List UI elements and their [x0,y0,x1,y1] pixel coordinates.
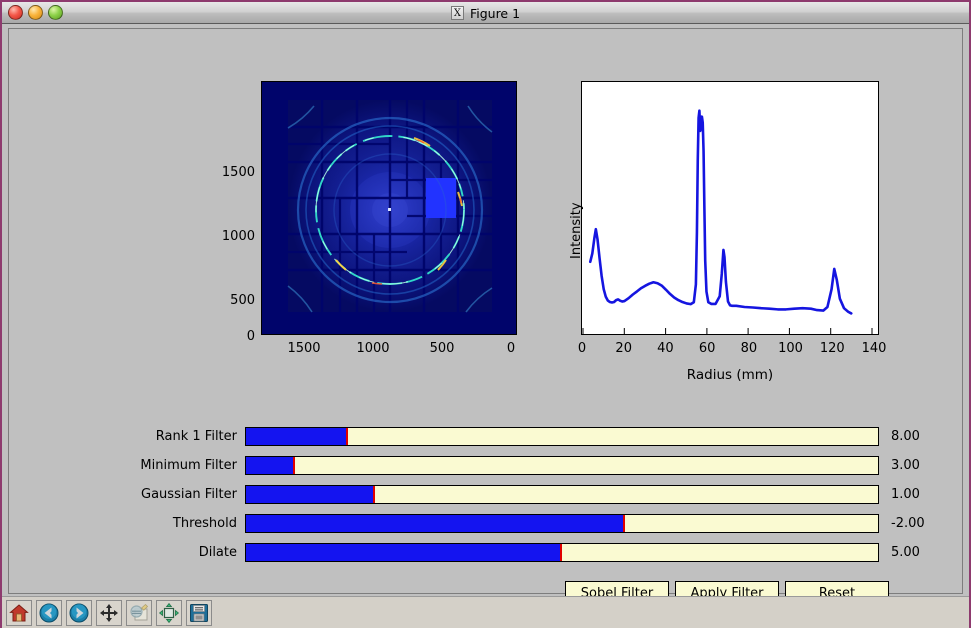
detector-xtick-0: 0 [506,341,516,356]
forward-button[interactable] [66,600,92,626]
slider-fill-gaussian-filter [246,486,375,503]
save-floppy-icon [190,604,208,622]
slider-value-rank-1-filter: 8.00 [891,429,920,444]
slider-value-dilate: 5.00 [891,545,920,560]
slider-value-gaussian-filter: 1.00 [891,487,920,502]
configure-subplots-button[interactable] [156,600,182,626]
detector-image-axes[interactable] [261,81,517,335]
slider-row-minimum-filter: Minimum Filter 3.00 [9,456,964,475]
pan-button[interactable] [96,600,122,626]
slider-row-gaussian-filter: Gaussian Filter 1.00 [9,485,964,504]
window-title: Figure 1 [469,5,521,21]
slider-fill-rank-1-filter [246,428,348,445]
slider-row-dilate: Dilate 5.00 [9,543,964,562]
slider-label-gaussian-filter: Gaussian Filter [141,487,237,502]
slider-threshold[interactable] [245,514,879,533]
slider-rank-1-filter[interactable] [245,427,879,446]
profile-xlabel: Radius (mm) [686,367,774,383]
profile-ylabel: Intensity [569,202,584,259]
slider-marker-dilate[interactable] [559,544,562,561]
title-bar: X Figure 1 [2,2,969,24]
profile-xtick-140: 140 [861,341,887,356]
home-icon [9,604,29,622]
navigation-toolbar [2,596,969,628]
title-group: X Figure 1 [2,2,969,24]
slider-label-dilate: Dilate [198,545,237,560]
slider-label-rank-1-filter: Rank 1 Filter [155,429,237,444]
slider-gaussian-filter[interactable] [245,485,879,504]
detector-ytick-500: 500 [230,293,255,308]
slider-label-minimum-filter: Minimum Filter [140,458,237,473]
back-button[interactable] [36,600,62,626]
detector-xtick-1500: 1500 [287,341,321,356]
intensity-profile-chart [582,109,873,334]
pan-move-icon [100,604,118,622]
slider-dilate[interactable] [245,543,879,562]
slider-label-threshold: Threshold [172,516,237,531]
detector-ytick-0: 0 [246,329,255,344]
slider-fill-threshold [246,515,624,532]
slider-marker-rank-1-filter[interactable] [346,428,349,445]
detector-image [262,82,516,334]
slider-row-rank-1-filter: Rank 1 Filter 8.00 [9,427,964,446]
figure-window: X Figure 1 1500 1000 500 0 1500 1000 500… [0,0,971,628]
slider-fill-dilate [246,544,561,561]
slider-value-minimum-filter: 3.00 [891,458,920,473]
profile-curve [588,109,853,315]
configure-subplots-icon [159,603,179,623]
slider-marker-gaussian-filter[interactable] [373,486,376,503]
zoom-button[interactable] [126,600,152,626]
home-button[interactable] [6,600,32,626]
slider-fill-minimum-filter [246,457,295,474]
detector-ytick-1500: 1500 [221,165,255,180]
slider-value-threshold: -2.00 [891,516,925,531]
figure-canvas: 1500 1000 500 0 1500 1000 500 0 Intensit… [8,28,964,605]
slider-marker-threshold[interactable] [622,515,625,532]
zoom-rect-icon [130,603,149,621]
x-window-icon: X [450,6,464,20]
save-button[interactable] [186,600,212,626]
slider-row-threshold: Threshold -2.00 [9,514,964,533]
forward-arrow-icon [69,603,89,623]
slider-minimum-filter[interactable] [245,456,879,475]
detector-xtick-500: 500 [429,341,455,356]
back-arrow-icon [39,603,59,623]
detector-ytick-1000: 1000 [221,229,255,244]
slider-marker-minimum-filter[interactable] [293,457,296,474]
detector-xtick-1000: 1000 [356,341,390,356]
intensity-profile-axes[interactable] [581,81,879,335]
